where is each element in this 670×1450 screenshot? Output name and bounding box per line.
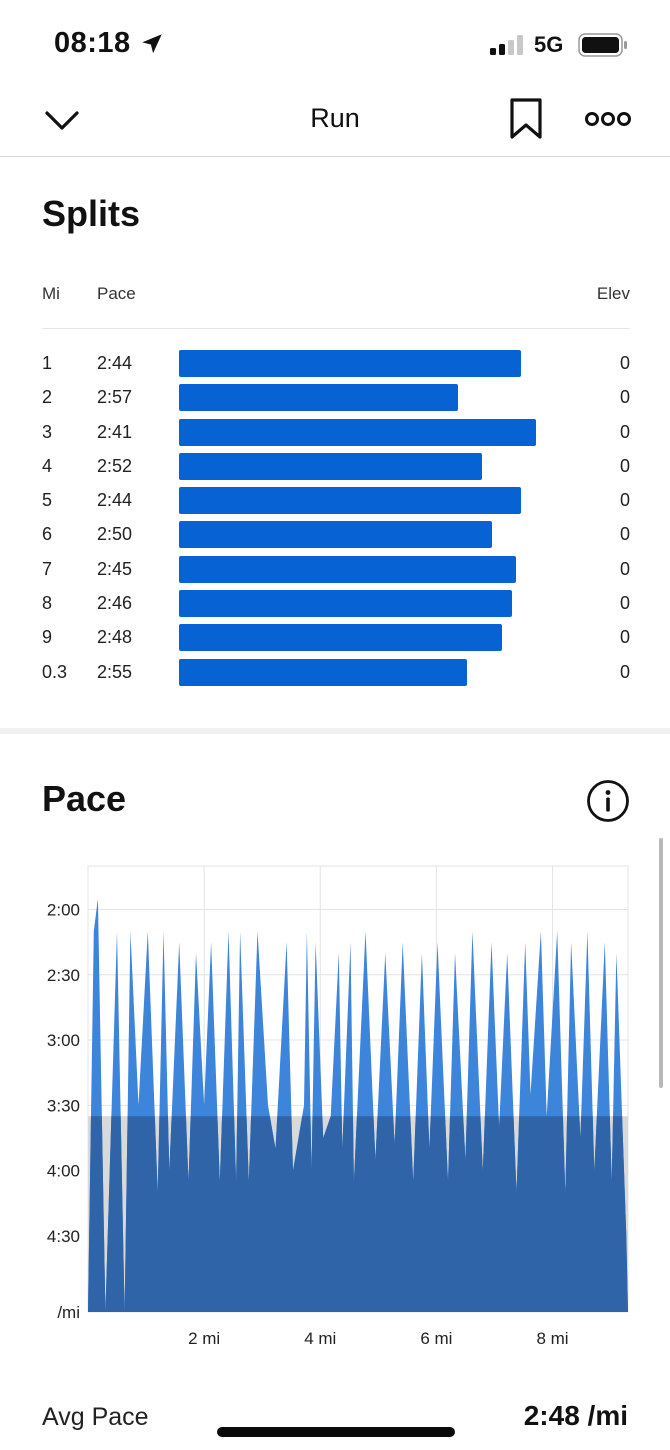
split-elevation: 0 (619, 558, 630, 579)
split-elevation: 0 (619, 490, 630, 511)
split-mile: 3 (42, 421, 53, 442)
chart-y-tick-label: /mi (57, 1303, 80, 1322)
split-pace: 2:52 (97, 455, 133, 476)
splits-table: 1 2:44 0 2 2:57 0 3 2:41 0 4 2:52 0 5 2:44 0 6 2:50 0 7 2:4… (42, 347, 630, 690)
chart-x-tick-label: 8 mi (536, 1329, 568, 1348)
chart-y-tick-label: 2:00 (47, 901, 80, 920)
split-pace: 2:57 (97, 387, 133, 408)
splits-header: Mi Pace Elev (42, 284, 630, 304)
bookmark-icon[interactable] (506, 98, 546, 140)
split-mile: 2 (42, 387, 53, 408)
splits-header-mi: Mi (42, 284, 60, 303)
split-elevation: 0 (619, 353, 630, 373)
split-elevation: 0 (619, 455, 630, 476)
section-separator (0, 728, 670, 734)
split-pace-bar (179, 350, 522, 377)
status-bar: 08:18 5G (0, 0, 670, 88)
battery-icon (578, 33, 627, 57)
split-mile: 8 (42, 593, 53, 614)
split-pace-bar (179, 418, 536, 446)
split-pace: 2:48 (97, 627, 133, 648)
chart-x-tick-label: 6 mi (420, 1329, 452, 1348)
split-elevation: 0 (619, 627, 630, 648)
page-title: Run (310, 103, 360, 133)
split-pace: 2:45 (97, 558, 133, 579)
split-row: 0.3 2:55 0 (42, 656, 630, 690)
chart-y-tick-label: 3:00 (47, 1031, 80, 1050)
status-time: 08:18 (54, 27, 131, 59)
split-mile: 1 (42, 353, 53, 373)
splits-header-elev: Elev (596, 284, 630, 303)
location-arrow-icon (142, 34, 162, 54)
split-pace-bar (179, 555, 517, 583)
split-row: 9 2:48 0 (42, 621, 630, 655)
split-row: 8 2:46 0 (42, 587, 630, 621)
split-mile: 0.3 (42, 661, 68, 682)
home-indicator[interactable] (217, 1427, 455, 1437)
split-pace: 2:55 (97, 661, 133, 682)
split-pace-bar (179, 384, 458, 412)
split-elevation: 0 (619, 524, 630, 545)
avg-pace-label: Avg Pace (42, 1403, 149, 1431)
split-elevation: 0 (619, 661, 630, 682)
nav-bar: Run (0, 88, 670, 157)
split-pace: 2:46 (97, 593, 133, 614)
avg-pace-value: 2:48 /mi (523, 1400, 628, 1431)
split-mile: 6 (42, 524, 53, 545)
split-row: 3 2:41 0 (42, 416, 630, 450)
split-pace: 2:44 (97, 353, 133, 373)
split-mile: 7 (42, 558, 53, 579)
split-row: 5 2:44 0 (42, 484, 630, 518)
chart-y-tick-label: 2:30 (47, 966, 80, 985)
split-pace: 2:44 (97, 490, 133, 511)
split-pace-bar (179, 521, 492, 549)
split-elevation: 0 (619, 421, 630, 442)
pace-title: Pace (42, 778, 127, 819)
chart-y-tick-label: 4:00 (47, 1162, 80, 1181)
chart-x-tick-label: 4 mi (304, 1329, 336, 1348)
split-elevation: 0 (619, 387, 630, 408)
scrollbar[interactable] (659, 838, 663, 1088)
split-pace: 2:41 (97, 421, 133, 442)
chart-y-tick-label: 4:30 (47, 1227, 80, 1246)
split-row: 7 2:45 0 (42, 553, 630, 587)
split-mile: 4 (42, 455, 53, 476)
splits-title: Splits (42, 193, 141, 234)
split-elevation: 0 (619, 593, 630, 614)
split-pace: 2:50 (97, 524, 133, 545)
split-row: 2 2:57 0 (42, 381, 630, 415)
info-icon[interactable] (586, 779, 630, 823)
splits-divider (42, 328, 630, 329)
network-type: 5G (534, 32, 564, 57)
chart-y-tick-label: 3:30 (47, 1096, 80, 1115)
chart-x-tick-label: 2 mi (188, 1329, 220, 1348)
cellular-signal-icon (490, 35, 523, 55)
split-pace-bar (179, 658, 468, 686)
split-pace-bar (179, 624, 502, 652)
split-row: 1 2:44 0 (42, 347, 630, 381)
split-pace-bar (179, 590, 512, 618)
split-mile: 5 (42, 490, 53, 511)
split-mile: 9 (42, 627, 53, 648)
split-pace-bar (179, 487, 522, 515)
more-options-icon[interactable] (585, 106, 631, 132)
splits-header-pace: Pace (97, 284, 136, 303)
split-row: 4 2:52 0 (42, 450, 630, 484)
split-pace-bar (179, 452, 483, 480)
pace-chart: 2:00 2:30 3:00 3:30 4:00 4:30/mi 2 mi 4 mi 6 mi 8… (47, 865, 629, 1348)
split-row: 6 2:50 0 (42, 518, 630, 552)
